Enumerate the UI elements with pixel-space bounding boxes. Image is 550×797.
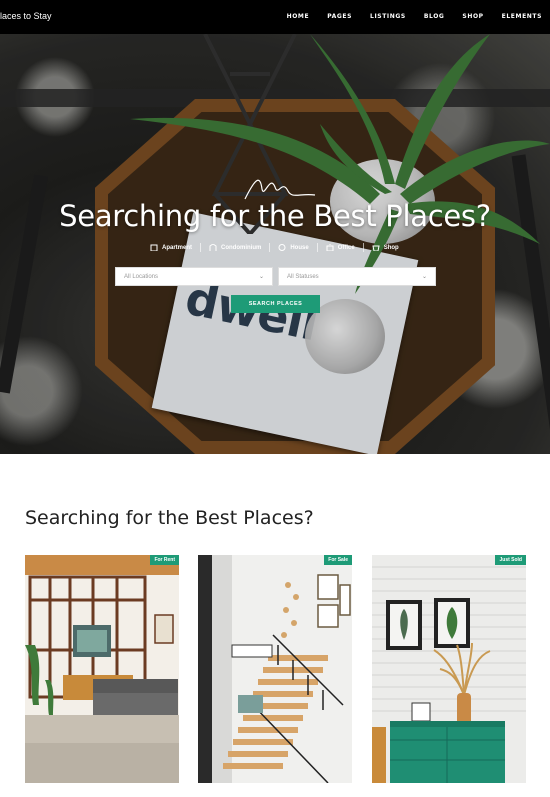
- top-navbar: laces to Stay HOME PAGES LISTINGS BLOG S…: [0, 0, 550, 34]
- shop-icon: [372, 245, 380, 251]
- chevron-down-icon: ⌄: [421, 274, 427, 280]
- type-house[interactable]: House: [278, 244, 309, 251]
- building-icon: [150, 244, 158, 251]
- section-title: Searching for the Best Places?: [25, 507, 314, 529]
- site-logo[interactable]: laces to Stay: [0, 11, 52, 21]
- status-select-value: All Statuses: [287, 273, 319, 280]
- hero-section: dwell Searching for the Best Places?: [0, 34, 550, 454]
- type-separator: [200, 243, 202, 252]
- type-separator: [269, 243, 271, 252]
- nav-item-blog[interactable]: BLOG: [424, 13, 445, 20]
- main-nav: HOME PAGES LISTINGS BLOG SHOP ELEMENTS: [269, 13, 542, 20]
- type-apartment-label: Apartment: [162, 244, 193, 251]
- office-icon: [326, 244, 334, 251]
- hero-title: Searching for the Best Places?: [59, 199, 491, 233]
- nav-item-listings[interactable]: LISTINGS: [370, 13, 406, 20]
- type-condominium-label: Condominium: [221, 244, 262, 251]
- type-office[interactable]: Office: [326, 244, 355, 251]
- type-apartment[interactable]: Apartment: [150, 244, 192, 251]
- listing-card-for-rent[interactable]: For Rent: [25, 555, 179, 783]
- type-house-label: House: [290, 244, 309, 251]
- nav-item-pages[interactable]: PAGES: [327, 13, 352, 20]
- search-places-button[interactable]: SEARCH PLACES: [231, 295, 320, 313]
- type-shop-label: Shop: [383, 244, 399, 251]
- type-office-label: Office: [337, 244, 355, 251]
- status-select[interactable]: All Statuses ⌄: [278, 267, 436, 286]
- listing-image-staircase: [198, 555, 352, 783]
- type-shop[interactable]: Shop: [372, 244, 399, 251]
- condo-icon: [209, 244, 217, 251]
- nav-item-home[interactable]: HOME: [287, 13, 310, 20]
- house-icon: [278, 244, 286, 251]
- property-type-filter: Apartment Condominium House Office Shop: [150, 243, 399, 252]
- type-separator: [362, 243, 364, 252]
- listing-card-just-sold[interactable]: Just Sold: [372, 555, 526, 783]
- status-badge: For Sale: [324, 555, 352, 565]
- type-separator: [316, 243, 318, 252]
- listing-image-brick-wall: [372, 555, 526, 783]
- status-badge: Just Sold: [495, 555, 526, 565]
- location-select[interactable]: All Locations ⌄: [115, 267, 273, 286]
- type-condominium[interactable]: Condominium: [209, 244, 261, 251]
- status-badge: For Rent: [150, 555, 179, 565]
- location-select-value: All Locations: [124, 273, 159, 280]
- nav-item-elements[interactable]: ELEMENTS: [502, 13, 542, 20]
- nav-item-shop[interactable]: SHOP: [462, 13, 483, 20]
- chevron-down-icon: ⌄: [258, 274, 264, 280]
- listing-card-for-sale[interactable]: For Sale: [198, 555, 352, 783]
- listing-image-living-room: [25, 555, 179, 783]
